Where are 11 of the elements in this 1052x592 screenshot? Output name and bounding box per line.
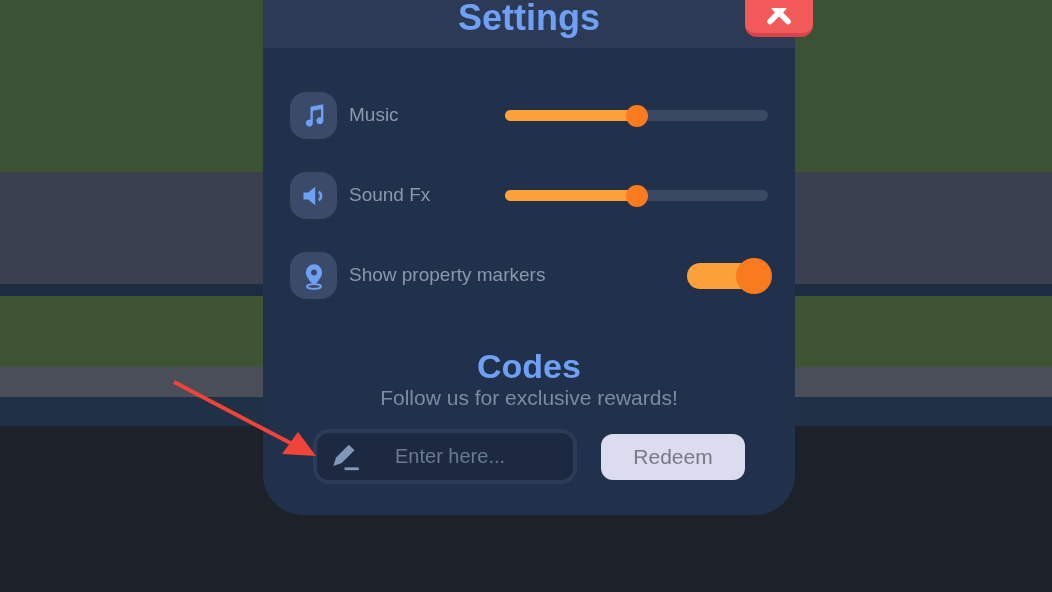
setting-label: Music: [349, 103, 399, 128]
close-button[interactable]: [745, 0, 813, 37]
codes-title: Codes: [477, 347, 581, 385]
codes-subtitle: Follow us for exclusive rewards!: [380, 385, 678, 411]
toggle-switch[interactable]: [687, 257, 772, 294]
setting-label: Sound Fx: [349, 183, 431, 208]
code-input-field[interactable]: Enter here...: [313, 429, 577, 484]
redeem-button[interactable]: Redeem: [601, 433, 745, 480]
panel-title: Settings: [458, 0, 600, 36]
close-icon: [764, 7, 794, 26]
setting-label: Show property markers: [349, 263, 546, 288]
